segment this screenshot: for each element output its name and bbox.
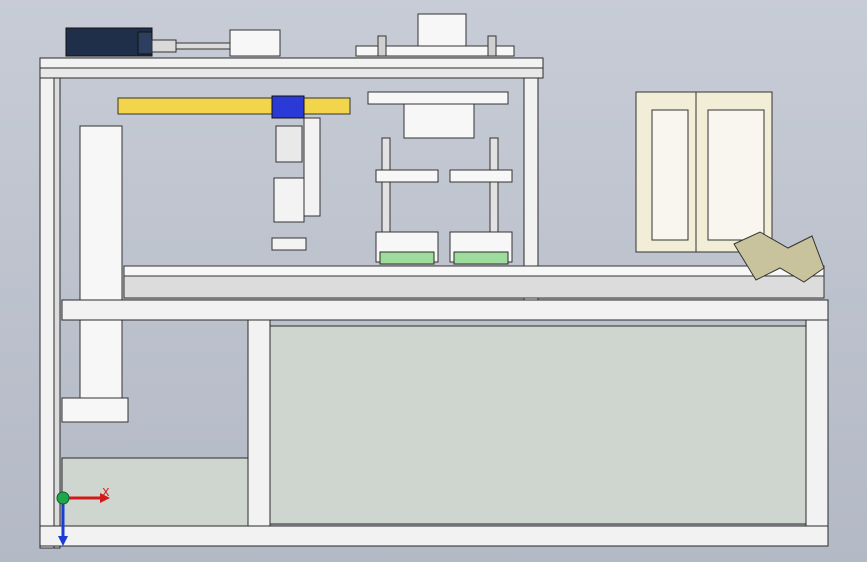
gripper-base bbox=[271, 237, 307, 251]
press-head-2 bbox=[449, 169, 513, 183]
triad-x-label: X bbox=[102, 486, 110, 499]
cad-viewport[interactable]: X bbox=[0, 0, 867, 562]
spring-left bbox=[377, 35, 387, 57]
guard-panel-right-window bbox=[707, 109, 765, 241]
lower-panel bbox=[269, 325, 807, 525]
press-block bbox=[403, 103, 475, 139]
gripper-rail bbox=[303, 117, 321, 217]
yellow-cylinder bbox=[117, 97, 351, 115]
press-frame-top bbox=[367, 91, 509, 105]
servo-motor-cap bbox=[137, 31, 153, 55]
top-deck bbox=[39, 57, 544, 69]
gripper-body bbox=[273, 177, 305, 223]
gripper-mount bbox=[275, 125, 303, 163]
conveyor-body bbox=[123, 275, 825, 299]
conveyor-top bbox=[123, 265, 825, 277]
base-rail bbox=[39, 525, 829, 547]
left-column-base bbox=[61, 397, 129, 423]
triad-y-origin bbox=[56, 491, 70, 505]
top-deck-lower bbox=[39, 67, 544, 79]
lower-left-post bbox=[247, 319, 271, 529]
spring-right bbox=[487, 35, 497, 57]
blue-carriage bbox=[271, 95, 305, 119]
lower-deck bbox=[61, 299, 829, 321]
cylinder-body-top bbox=[229, 29, 281, 57]
coupler bbox=[151, 39, 177, 53]
press-head-1 bbox=[375, 169, 439, 183]
guard-panel-left-window bbox=[651, 109, 689, 241]
lower-right-post bbox=[805, 319, 829, 529]
left-column bbox=[79, 125, 123, 401]
machine-model[interactable] bbox=[0, 0, 867, 562]
rod bbox=[175, 42, 231, 50]
press-pad-2 bbox=[453, 251, 509, 265]
press-pad-1 bbox=[379, 251, 435, 265]
triad-z-arrow bbox=[58, 536, 68, 546]
